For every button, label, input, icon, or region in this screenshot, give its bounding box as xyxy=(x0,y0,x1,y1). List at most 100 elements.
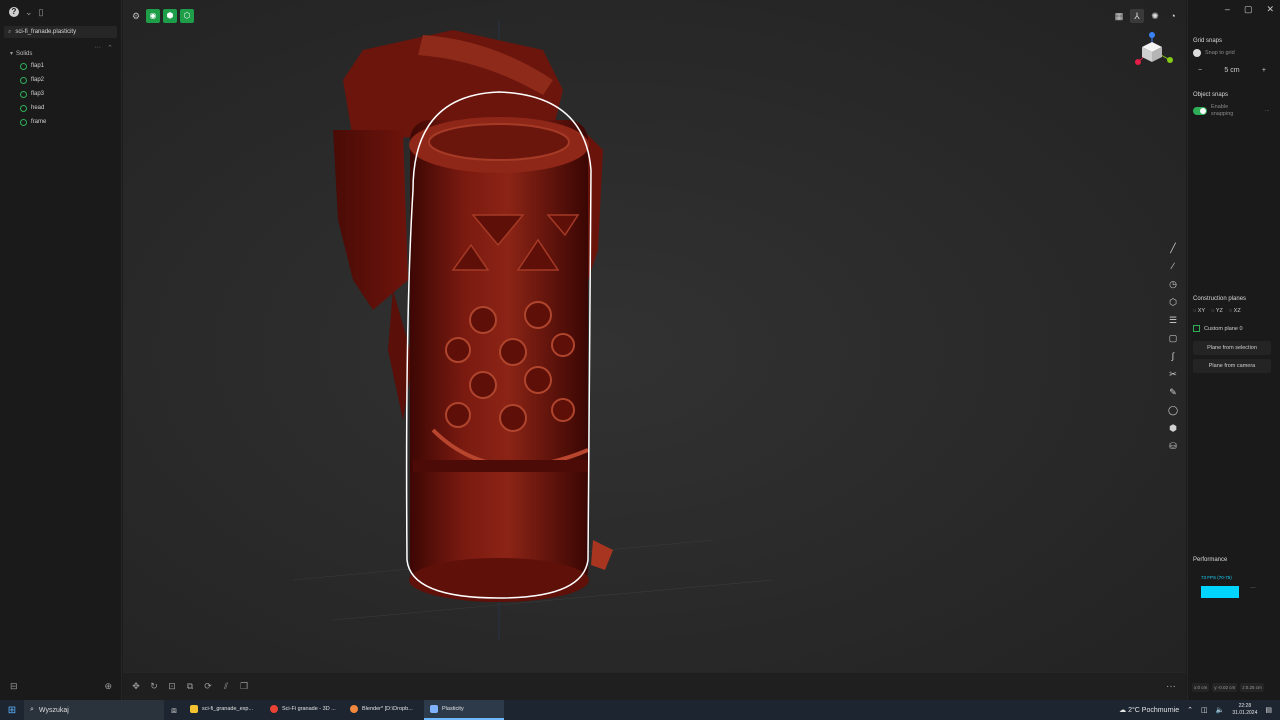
polygon-icon[interactable]: ⬡ xyxy=(1164,296,1182,309)
performance-more[interactable]: ... xyxy=(1250,583,1256,590)
grid-size-stepper[interactable]: − 5 cm + xyxy=(1193,64,1271,76)
plane-xz[interactable]: ◌ XZ xyxy=(1229,308,1241,314)
solid-icon xyxy=(20,90,27,98)
mirror-icon[interactable]: ⫽ xyxy=(219,681,233,692)
weather-widget[interactable]: ☁ 2°C Pochmurnie xyxy=(1119,706,1179,714)
sidebar-toggle-icon[interactable]: ▯ xyxy=(39,7,44,18)
file-tab-label: sci-fi_franade.plasticity xyxy=(15,29,77,35)
transform-icon[interactable]: ⟳ xyxy=(201,681,215,692)
axis-icon[interactable]: ⅄ xyxy=(1130,9,1144,23)
windows-start-icon[interactable]: ⊞ xyxy=(0,700,24,720)
network-icon[interactable]: ◫ xyxy=(1201,706,1208,714)
list-item[interactable]: head xyxy=(0,101,121,115)
circle-icon[interactable]: ◔ xyxy=(1166,9,1180,23)
list-item[interactable]: flap2 xyxy=(0,73,121,87)
sphere-icon[interactable]: ◯ xyxy=(1164,404,1182,417)
list-item-label: frame xyxy=(31,119,47,125)
can-icon[interactable]: ⛁ xyxy=(1164,440,1182,453)
zoom-icon[interactable]: ⊕ xyxy=(104,681,112,692)
y-axis-handle[interactable] xyxy=(1167,57,1173,63)
box-mode-icon[interactable]: ⬡ xyxy=(180,9,194,23)
taskbar-app-plasticity[interactable]: Plasticity xyxy=(424,700,504,720)
taskbar-app-label: sci-fi_granade_exp... xyxy=(202,706,254,712)
list-item[interactable]: frame xyxy=(0,115,121,129)
grid-minus-button[interactable]: − xyxy=(1198,67,1202,74)
snap-to-grid-row[interactable]: Snap to grid xyxy=(1193,49,1235,57)
grid-icon[interactable]: ▦ xyxy=(1112,9,1126,23)
construction-planes-list: ◌ XY ◌ YZ ◌ XZ xyxy=(1193,308,1241,314)
pen-icon[interactable]: ✎ xyxy=(1164,386,1182,399)
fps-bar xyxy=(1201,586,1239,598)
taskbar-search[interactable]: ⌕ Wyszukaj xyxy=(24,700,164,720)
tray-expand-icon[interactable]: ⌃ xyxy=(1187,706,1193,714)
taskbar-app-blender[interactable]: Blender* [D:\Dropb... xyxy=(344,700,424,720)
rotate-icon[interactable]: ↻ xyxy=(147,681,161,692)
list-item-label: flap3 xyxy=(31,91,45,97)
plane-yz[interactable]: ◌ YZ xyxy=(1211,308,1223,314)
cube-icon[interactable]: ⬢ xyxy=(1164,422,1182,435)
grenade-model[interactable] xyxy=(293,20,853,640)
chevron-down-icon[interactable]: ⌄ xyxy=(25,7,33,18)
performance-title: Performance xyxy=(1193,557,1228,563)
maximize-icon[interactable]: ▢ xyxy=(1244,4,1253,15)
search-icon: ⌕ xyxy=(30,706,34,713)
taskbar-app-chrome[interactable]: Sci-Fi granade - 3D ... xyxy=(264,700,344,720)
custom-plane-row[interactable]: Custom plane 0 xyxy=(1193,325,1243,332)
file-icon: ⌕ xyxy=(8,28,12,35)
3d-viewport[interactable]: ⚙ ◉ ⬢ ⬡ ▦ ⅄ ✺ ◔ ╱ ∕ ◷ ⬡ ☰ ▢ ∫ ✂ ✎ ◯ ⬢ ⛁ … xyxy=(123,0,1186,700)
taskbar: ⊞ ⌕ Wyszukaj ⧈ sci-fi_granade_exp... Sci… xyxy=(0,700,1280,720)
folder-icon xyxy=(190,705,198,713)
task-view-icon[interactable]: ⧈ xyxy=(164,705,184,716)
rectangle-icon[interactable]: ▢ xyxy=(1164,332,1182,345)
grid-plus-button[interactable]: + xyxy=(1262,67,1266,74)
object-snaps-more[interactable]: ... xyxy=(1265,107,1270,113)
enable-snapping-label-1: Enable xyxy=(1211,104,1229,110)
more-icon[interactable]: ··· xyxy=(1166,681,1176,692)
more-icon[interactable]: ··· xyxy=(94,44,101,52)
solid-mode-icon[interactable]: ◉ xyxy=(146,9,160,23)
lower-ring xyxy=(413,460,588,472)
scissors-icon[interactable]: ✂ xyxy=(1164,368,1182,381)
volume-icon[interactable]: 🔈 xyxy=(1216,706,1225,714)
solid-icon xyxy=(20,76,27,84)
plane-xy[interactable]: ◌ XY xyxy=(1193,308,1205,314)
mesh-mode-icon[interactable]: ⬢ xyxy=(163,9,177,23)
file-tab[interactable]: ⌕ sci-fi_franade.plasticity xyxy=(4,26,117,38)
layers-icon[interactable]: ⊟ xyxy=(10,681,18,692)
properties-panel: – ▢ ✕ Grid snaps Snap to grid − 5 cm + O… xyxy=(1187,0,1280,700)
move-icon[interactable]: ✥ xyxy=(129,681,143,692)
snap-to-grid-radio[interactable] xyxy=(1193,49,1201,57)
taskbar-app-explorer[interactable]: sci-fi_granade_exp... xyxy=(184,700,264,720)
plane-from-camera-button[interactable]: Plane from camera xyxy=(1193,359,1271,373)
settings-icon[interactable]: ⚙ xyxy=(129,9,143,23)
tree-header-label: Solids xyxy=(16,50,33,57)
circle-tool-icon[interactable]: ◷ xyxy=(1164,278,1182,291)
list-item[interactable]: flap1 xyxy=(0,59,121,73)
minimize-icon[interactable]: – xyxy=(1225,4,1230,15)
collapse-icon[interactable]: ⌃ xyxy=(107,44,113,52)
enable-snapping-label: Enable snapping xyxy=(1211,104,1233,118)
enable-snapping-toggle[interactable] xyxy=(1193,107,1207,115)
line-icon[interactable]: ╱ xyxy=(1164,242,1182,255)
copy-icon[interactable]: ⧉ xyxy=(183,681,197,692)
enable-snapping-row[interactable]: Enable snapping xyxy=(1193,104,1233,118)
sun-icon[interactable]: ✺ xyxy=(1148,9,1162,23)
list-item-label: flap1 xyxy=(31,63,45,69)
spline-icon[interactable]: ∫ xyxy=(1164,350,1182,363)
curve-icon[interactable]: ∕ xyxy=(1164,260,1182,273)
grid-size-value[interactable]: 5 cm xyxy=(1224,67,1239,74)
help-icon[interactable]: ? xyxy=(9,7,19,17)
duplicate-icon[interactable]: ❐ xyxy=(237,681,251,692)
notifications-icon[interactable]: ▤ xyxy=(1265,706,1272,714)
plane-from-selection-button[interactable]: Plane from selection xyxy=(1193,341,1271,355)
cylinder-icon[interactable]: ☰ xyxy=(1164,314,1182,327)
z-axis-handle[interactable] xyxy=(1149,32,1155,38)
list-item-label: flap2 xyxy=(31,77,45,83)
clock[interactable]: 22:28 31.01.2024 xyxy=(1232,703,1257,717)
view-cube[interactable] xyxy=(1134,30,1174,70)
close-icon[interactable]: ✕ xyxy=(1266,4,1274,15)
viewport-display-tools: ▦ ⅄ ✺ ◔ xyxy=(1112,9,1180,23)
scale-icon[interactable]: ⊡ xyxy=(165,681,179,692)
list-item[interactable]: flap3 xyxy=(0,87,121,101)
x-axis-handle[interactable] xyxy=(1135,59,1141,65)
